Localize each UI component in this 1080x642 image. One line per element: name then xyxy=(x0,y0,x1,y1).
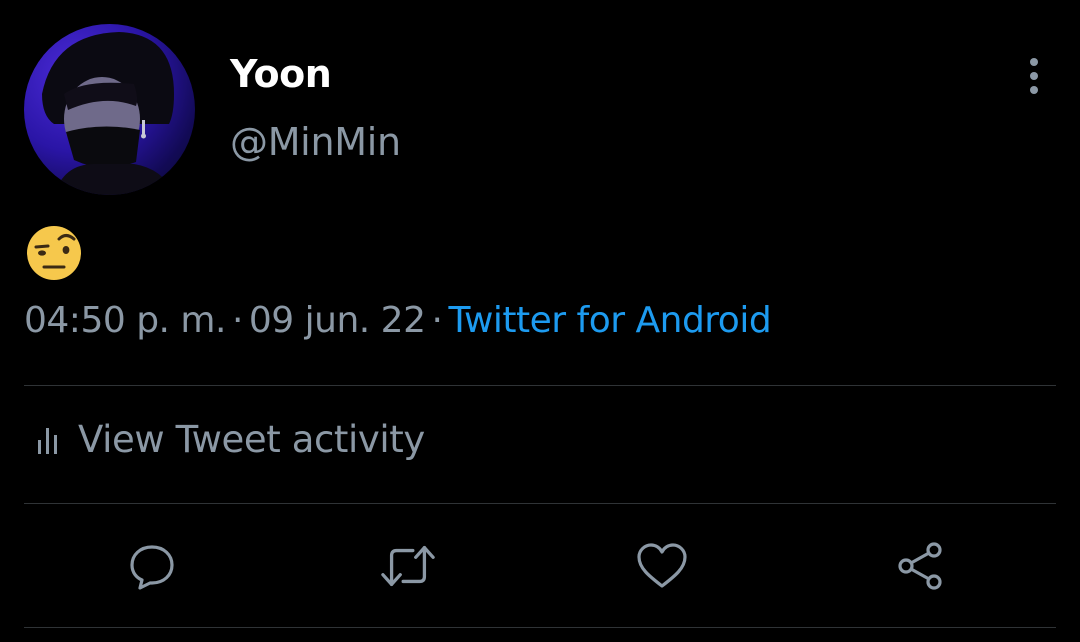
retweet-icon xyxy=(381,546,435,586)
meta-separator: · xyxy=(431,300,443,341)
bar-chart-icon xyxy=(38,427,57,454)
author-handle[interactable]: @MinMin xyxy=(230,120,401,164)
vertical-dots-icon xyxy=(1030,58,1038,94)
reply-button[interactable] xyxy=(124,538,180,594)
share-icon xyxy=(898,542,942,590)
meta-separator: · xyxy=(231,300,243,341)
avatar-image xyxy=(42,32,174,195)
view-tweet-activity-button[interactable]: View Tweet activity xyxy=(36,418,425,461)
face-with-raised-eyebrow-icon xyxy=(27,226,81,280)
like-button[interactable] xyxy=(634,538,690,594)
tweet-time: 04:50 p. m. xyxy=(24,300,226,341)
speech-bubble-icon xyxy=(130,545,174,590)
tweet-date: 09 jun. 22 xyxy=(248,300,426,341)
share-button[interactable] xyxy=(892,538,948,594)
heart-icon xyxy=(637,543,687,588)
avatar[interactable] xyxy=(24,24,195,195)
retweet-button[interactable] xyxy=(380,538,436,594)
tweet-source-link[interactable]: Twitter for Android xyxy=(448,300,771,341)
tweet-text xyxy=(24,222,88,280)
divider xyxy=(24,503,1056,504)
divider xyxy=(24,385,1056,386)
tweet-meta: 04:50 p. m. · 09 jun. 22 · Twitter for Andro… xyxy=(24,300,772,341)
author-name[interactable]: Yoon xyxy=(230,52,332,96)
view-tweet-activity-label: View Tweet activity xyxy=(78,418,425,461)
divider xyxy=(24,627,1056,628)
more-options-button[interactable] xyxy=(1014,54,1054,98)
